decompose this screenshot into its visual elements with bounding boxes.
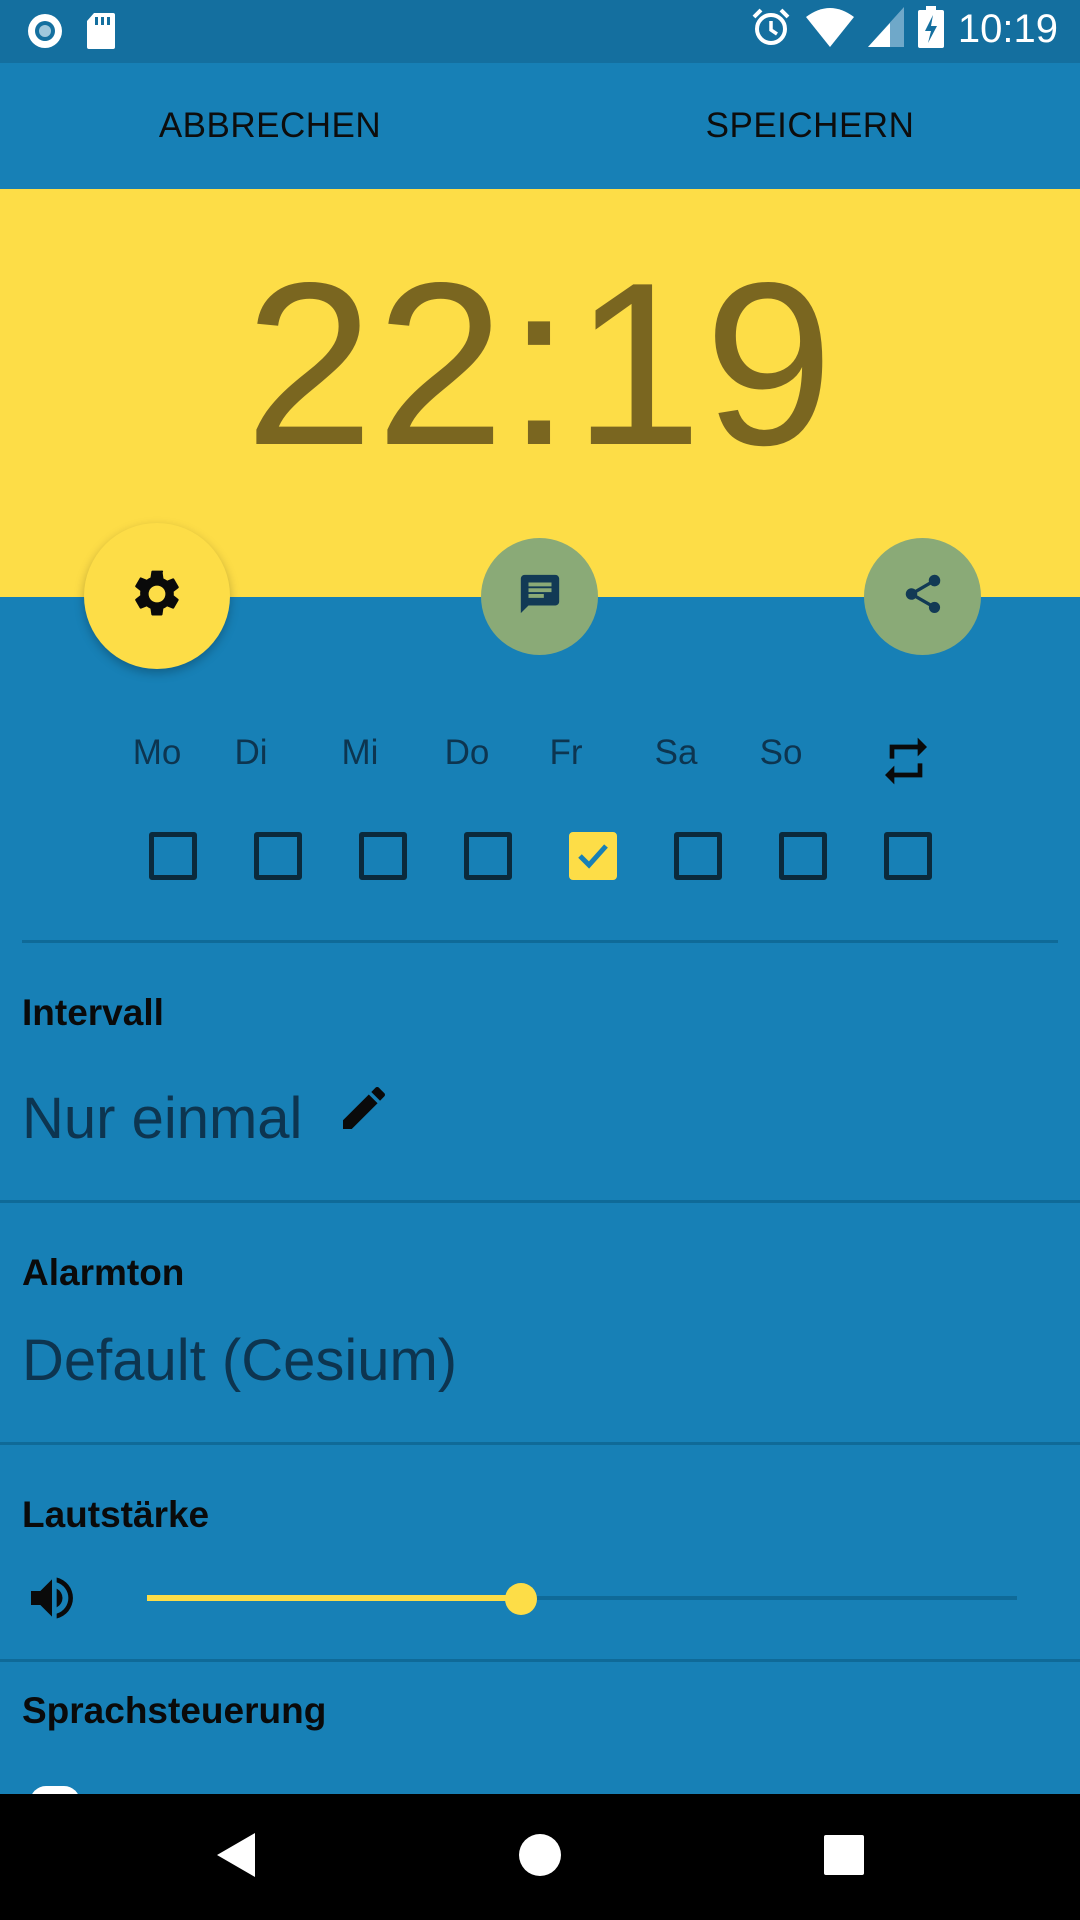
weekday-label-so: So: [759, 733, 803, 772]
weekday-label-sa: Sa: [654, 733, 698, 772]
weekday-checkbox-fr[interactable]: [569, 832, 617, 880]
navigation-bar: [0, 1794, 1080, 1920]
back-button[interactable]: [177, 1794, 297, 1920]
weekday-checkbox-mo[interactable]: [149, 832, 197, 880]
repeat-icon: [878, 733, 934, 794]
voice-control-title: Sprachsteuerung: [22, 1690, 327, 1731]
share-button[interactable]: [864, 538, 981, 655]
volume-slider-fill: [147, 1595, 522, 1601]
cancel-button[interactable]: ABBRECHEN: [0, 63, 540, 189]
weekday-checkbox-so[interactable]: [779, 832, 827, 880]
recents-button[interactable]: [784, 1794, 904, 1920]
interval-title: Intervall: [22, 992, 164, 1033]
weekday-checkbox-di[interactable]: [254, 832, 302, 880]
back-icon: [215, 1831, 259, 1884]
clock: 10:19: [957, 7, 1058, 51]
wifi-icon: [805, 7, 854, 52]
home-button[interactable]: [480, 1794, 600, 1920]
weekday-checkbox-mi[interactable]: [359, 832, 407, 880]
status-bar: 10:19: [0, 0, 1080, 63]
divider: [22, 940, 1058, 943]
weekday-checkbox-sa[interactable]: [674, 832, 722, 880]
ringtone-title: Alarmton: [22, 1252, 185, 1293]
divider: [0, 1200, 1080, 1203]
interval-value[interactable]: Nur einmal: [22, 1085, 302, 1152]
record-icon: [26, 12, 64, 55]
weekday-label-mi: Mi: [341, 733, 379, 772]
home-icon: [518, 1833, 562, 1882]
volume-icon: [24, 1570, 80, 1631]
repeat-checkbox[interactable]: [884, 832, 932, 880]
weekday-checkbox-do[interactable]: [464, 832, 512, 880]
save-button[interactable]: SPEICHERN: [540, 63, 1080, 189]
weekday-label-fr: Fr: [549, 733, 583, 772]
action-bar: ABBRECHEN SPEICHERN: [0, 63, 1080, 189]
volume-slider-thumb[interactable]: [505, 1583, 538, 1615]
settings-button[interactable]: [84, 523, 230, 669]
volume-title: Lautstärke: [22, 1494, 210, 1535]
signal-icon: [867, 7, 904, 52]
ringtone-value[interactable]: Default (Cesium): [22, 1327, 457, 1394]
divider: [0, 1442, 1080, 1445]
alarm-time[interactable]: 22:19: [0, 249, 1080, 481]
weekday-label-do: Do: [444, 733, 490, 772]
weekday-label-di: Di: [234, 733, 268, 772]
alarm-icon: [750, 6, 792, 53]
battery-charging-icon: [917, 6, 944, 53]
share-icon: [900, 571, 946, 622]
message-button[interactable]: [481, 538, 598, 655]
weekday-label-mo: Mo: [132, 733, 182, 772]
gear-icon: [129, 566, 185, 627]
recents-icon: [824, 1834, 864, 1880]
edit-icon[interactable]: [336, 1080, 392, 1141]
message-icon: [517, 571, 563, 622]
divider: [0, 1659, 1080, 1662]
sd-card-icon: [86, 12, 116, 55]
